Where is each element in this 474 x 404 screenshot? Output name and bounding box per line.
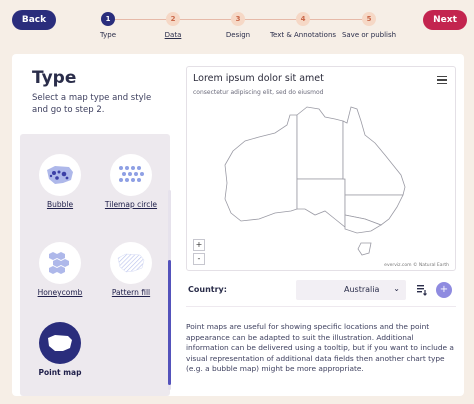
main-panel: Type Select a map type and style and go …	[12, 54, 464, 396]
step-save-publish[interactable]: 5 Save or publish	[329, 12, 409, 39]
step-label: Save or publish	[341, 31, 397, 39]
point-map-icon	[39, 322, 81, 364]
map-preview[interactable]: Lorem ipsum dolor sit amet consectetur a…	[186, 66, 456, 271]
map-type-label: Bubble	[46, 200, 74, 209]
map-attribution[interactable]: everviz.com © Natural Earth	[384, 263, 449, 268]
step-number: 4	[296, 12, 310, 26]
map-type-description: Point maps are useful for showing specif…	[186, 322, 454, 374]
map-type-label: Tilemap circle	[104, 200, 158, 209]
pattern-fill-icon	[110, 242, 152, 284]
page-description: Select a map type and style and go to st…	[32, 93, 152, 115]
step-number: 1	[101, 12, 115, 26]
country-value: Australia	[344, 285, 380, 294]
list-scroll-thumb[interactable]	[168, 260, 171, 385]
wizard-header: Back 1 Type 2 Data 3 Design 4 Text & Ann…	[0, 0, 474, 52]
hamburger-menu-icon[interactable]	[437, 76, 447, 84]
map-type-bubble[interactable]: Bubble	[32, 154, 88, 209]
data-table-icon[interactable]	[414, 282, 430, 298]
map-subtitle: consectetur adipiscing elit, sed do eius…	[193, 89, 324, 96]
step-number: 5	[362, 12, 376, 26]
map-type-label: Pattern fill	[111, 288, 151, 297]
honeycomb-icon	[39, 242, 81, 284]
tilemap-circle-icon	[110, 154, 152, 196]
country-label: Country:	[188, 285, 227, 294]
map-type-label: Honeycomb	[37, 288, 83, 297]
map-type-honeycomb[interactable]: Honeycomb	[32, 242, 88, 297]
bubble-map-icon	[39, 154, 81, 196]
map-type-label: Point map	[38, 368, 82, 377]
map-type-tilemap-circle[interactable]: Tilemap circle	[103, 154, 159, 209]
country-select[interactable]: Australia ⌄	[296, 280, 406, 300]
australia-map[interactable]	[215, 103, 425, 263]
back-button[interactable]: Back	[12, 10, 56, 30]
map-type-point-map[interactable]: Point map	[32, 322, 88, 377]
divider	[186, 306, 456, 307]
country-row: Country: Australia ⌄ +	[186, 280, 456, 300]
step-number: 3	[231, 12, 245, 26]
add-icon[interactable]: +	[436, 282, 452, 298]
page-title: Type	[32, 68, 77, 88]
map-title: Lorem ipsum dolor sit amet	[193, 73, 324, 84]
map-type-list: Bubble Tilemap circle Honeycomb Pattern …	[20, 134, 170, 396]
chevron-down-icon: ⌄	[393, 284, 400, 293]
map-type-pattern-fill[interactable]: Pattern fill	[103, 242, 159, 297]
step-number: 2	[166, 12, 180, 26]
next-button[interactable]: Next	[423, 10, 467, 30]
zoom-in-button[interactable]: +	[193, 239, 205, 251]
zoom-out-button[interactable]: -	[193, 253, 205, 265]
